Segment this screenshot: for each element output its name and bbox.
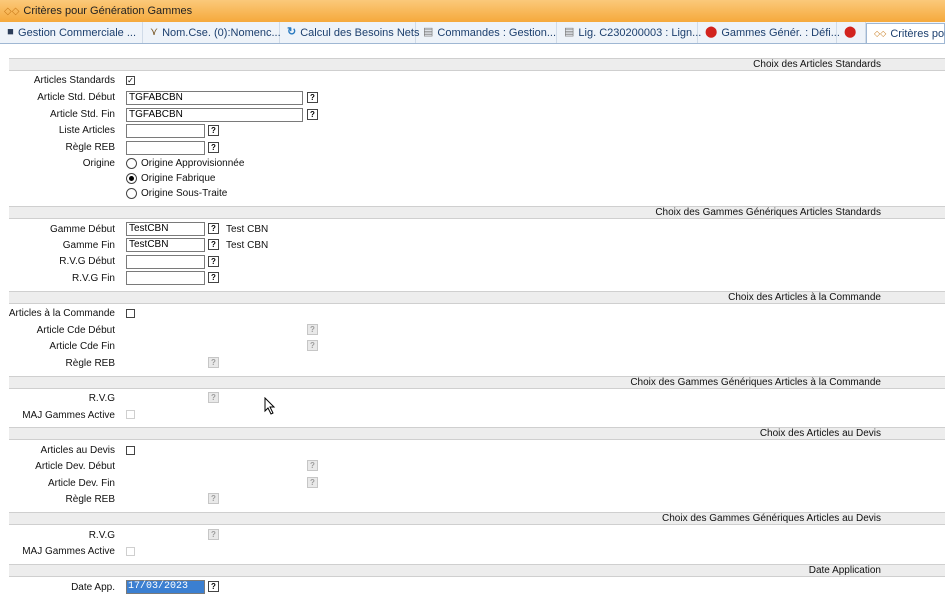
rvg-dev-label: R.V.G [88, 530, 115, 541]
form-window-icon: ◇◇ [874, 29, 887, 38]
origine-fabrique-label: Origine Fabrique [141, 173, 216, 184]
rvg-dev-help-button[interactable]: ? [208, 529, 219, 540]
origine-label: Origine [82, 158, 115, 169]
section-header-gammes-devis: Choix des Gammes Génériques Articles au … [9, 512, 945, 525]
article-std-fin-input[interactable]: TGFABCBN [126, 108, 303, 122]
rvg-debut-input[interactable] [126, 255, 205, 269]
article-std-fin-help-button[interactable]: ? [307, 109, 318, 120]
article-cde-fin-help-button[interactable]: ? [307, 340, 318, 351]
regle-reb-help-button[interactable]: ? [208, 142, 219, 153]
origine-sous-traite-label: Origine Sous-Traite [141, 188, 228, 199]
rvg-debut-label: R.V.G Début [59, 256, 115, 267]
article-dev-debut-help-button[interactable]: ? [307, 460, 318, 471]
refresh-icon: ↻ [287, 26, 297, 38]
article-cde-debut-label: Article Cde Début [36, 325, 115, 336]
article-std-fin-label: Article Std. Fin [49, 109, 115, 120]
section-header-gammes-commande: Choix des Gammes Génériques Articles à l… [9, 376, 945, 389]
regle-reb-cde-help-button[interactable]: ? [208, 357, 219, 368]
tab-label: Commandes : Gestion... [437, 26, 557, 39]
rvg-fin-input[interactable] [126, 271, 205, 285]
date-app-input[interactable]: 17/03/2023 [126, 580, 205, 594]
window-title: Critères pour Génération Gammes [23, 5, 193, 17]
tab-nomenclature[interactable]: ⋎ Nom.Cse. (0):Nomenc... [143, 22, 281, 43]
date-app-label: Date App. [71, 582, 115, 593]
maj-gammes-cde-checkbox[interactable] [126, 410, 135, 419]
rvg-fin-label: R.V.G Fin [72, 273, 115, 284]
tab-label: Gammes Génér. : Défi... [721, 26, 840, 39]
liste-articles-help-button[interactable]: ? [208, 125, 219, 136]
rvg-cde-help-button[interactable]: ? [208, 392, 219, 403]
article-std-debut-help-button[interactable]: ? [307, 92, 318, 103]
stop-icon: ⬤ [844, 26, 857, 38]
gamme-debut-help-button[interactable]: ? [208, 223, 219, 234]
form-window-icon: ◇◇ [4, 5, 20, 17]
origine-fabrique-radio[interactable] [126, 173, 137, 184]
article-dev-fin-help-button[interactable]: ? [307, 477, 318, 488]
tab-gammes-generiques[interactable]: ⬤ Gammes Génér. : Défi... [698, 22, 840, 43]
printer-icon: ▤ [423, 26, 434, 38]
articles-standards-label: Articles Standards [33, 75, 115, 86]
tab-label: Gestion Commerciale ... [18, 26, 136, 39]
regle-reb-label: Règle REB [65, 142, 115, 153]
criteria-form: Choix des Articles Standards Articles St… [0, 44, 945, 604]
book-icon: ■ [7, 26, 14, 38]
maj-gammes-dev-checkbox[interactable] [126, 547, 135, 556]
rvg-debut-help-button[interactable]: ? [208, 256, 219, 267]
article-std-debut-input[interactable]: TGFABCBN [126, 91, 303, 105]
maj-gammes-cde-label: MAJ Gammes Active [22, 410, 115, 421]
section-header-date-application: Date Application [9, 564, 945, 577]
window-title-bar: ◇◇ Critères pour Génération Gammes [0, 0, 945, 22]
origine-sous-traite-radio[interactable] [126, 188, 137, 199]
maj-gammes-dev-label: MAJ Gammes Active [22, 546, 115, 557]
rvg-cde-label: R.V.G [88, 393, 115, 404]
origine-approvisionnee-label: Origine Approvisionnée [141, 158, 245, 169]
check-icon: ✓ [127, 76, 134, 85]
printer-icon: ▤ [564, 26, 575, 38]
article-cde-fin-label: Article Cde Fin [49, 341, 115, 352]
tab-unnamed[interactable]: ⬤ [837, 22, 866, 43]
article-std-debut-label: Article Std. Début [37, 92, 115, 103]
article-dev-debut-label: Article Dev. Début [35, 461, 115, 472]
tab-lignes-commande[interactable]: ▤ Lig. C230200003 : Lign... [557, 22, 702, 43]
tab-label: Lig. C230200003 : Lign... [578, 26, 702, 39]
articles-commande-label: Articles à la Commande [8, 308, 115, 319]
section-header-articles-devis: Choix des Articles au Devis [9, 427, 945, 440]
origine-approvisionnee-radio[interactable] [126, 158, 137, 169]
document-tab-bar: ■ Gestion Commerciale ... ⋎ Nom.Cse. (0)… [0, 22, 945, 44]
tab-criteres-generation[interactable]: ◇◇ Critères pour [866, 22, 945, 43]
gamme-fin-help-button[interactable]: ? [208, 239, 219, 250]
liste-articles-input[interactable] [126, 124, 205, 138]
gamme-debut-description: Test CBN [226, 224, 269, 235]
regle-reb-input[interactable] [126, 141, 205, 155]
section-header-gammes-standards: Choix des Gammes Génériques Articles Sta… [9, 206, 945, 219]
gamme-debut-input[interactable]: TestCBN [126, 222, 205, 236]
tab-calcul-besoins[interactable]: ↻ Calcul des Besoins Nets [280, 22, 420, 43]
article-dev-fin-label: Article Dev. Fin [47, 478, 115, 489]
regle-reb-dev-help-button[interactable]: ? [208, 493, 219, 504]
tree-icon: ⋎ [150, 26, 159, 38]
gamme-debut-label: Gamme Début [49, 224, 115, 235]
articles-standards-checkbox[interactable]: ✓ [126, 76, 135, 85]
gamme-fin-label: Gamme Fin [62, 240, 115, 251]
tab-commandes[interactable]: ▤ Commandes : Gestion... [416, 22, 557, 43]
section-header-articles-commande: Choix des Articles à la Commande [9, 291, 945, 304]
tab-label: Nom.Cse. (0):Nomenc... [162, 26, 281, 39]
articles-devis-checkbox[interactable] [126, 446, 135, 455]
tab-label: Calcul des Besoins Nets [300, 26, 420, 39]
gamme-fin-description: Test CBN [226, 240, 269, 251]
liste-articles-label: Liste Articles [58, 125, 115, 136]
section-header-articles-standards: Choix des Articles Standards [9, 58, 945, 71]
regle-reb-cde-label: Règle REB [65, 358, 115, 369]
article-cde-debut-help-button[interactable]: ? [307, 324, 318, 335]
mouse-pointer-icon [264, 397, 276, 415]
stop-icon: ⬤ [705, 26, 718, 38]
tab-label: Critères pour [890, 27, 945, 40]
regle-reb-dev-label: Règle REB [65, 494, 115, 505]
tab-gestion-commerciale[interactable]: ■ Gestion Commerciale ... [0, 22, 143, 43]
articles-commande-checkbox[interactable] [126, 309, 135, 318]
gamme-fin-input[interactable]: TestCBN [126, 238, 205, 252]
articles-devis-label: Articles au Devis [40, 445, 115, 456]
rvg-fin-help-button[interactable]: ? [208, 272, 219, 283]
date-app-help-button[interactable]: ? [208, 581, 219, 592]
